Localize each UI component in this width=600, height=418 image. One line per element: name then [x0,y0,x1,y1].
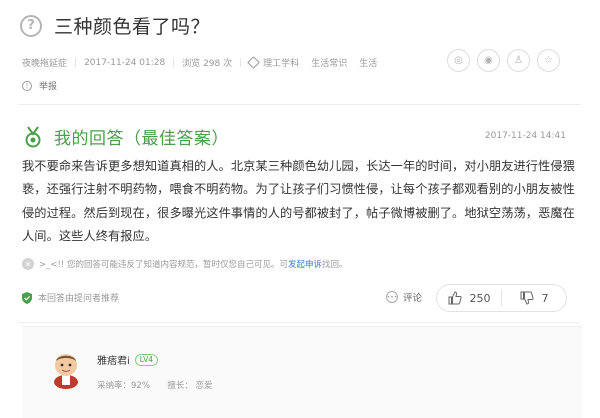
recommend-text: 本回答由提问者推荐 [38,294,120,304]
question-meta: 夜晚拖延症 | 2017-11-24 01:28 | 浏览 298 次 | 理工… [22,56,389,69]
thumbs-up-icon [448,291,462,305]
appeal-link[interactable]: 发起申诉 [288,258,322,270]
answerer-stats: 采纳率：92% 擅长： 恋爱 [97,379,213,391]
medal-icon [25,125,41,147]
answer-body: 我不要命来告诉更多想知道真相的人。北京某三种颜色幼儿园，长达一年的时间，对小朋友… [22,159,575,244]
answerer-panel: 雅痞君i LV4 采纳率：92% 擅长： 恋爱 [22,326,582,418]
meta-divider: | [74,57,78,68]
tag-item[interactable]: 生活常识 [311,56,347,69]
section-divider [18,104,580,105]
report-link[interactable]: ! 举报 [22,79,57,92]
upvote-button[interactable]: 250 [437,291,501,305]
answerer-name-text: 雅痞君i [97,356,130,367]
comment-icon: ••• [386,291,398,303]
notice-text: >_<!! 您的回答可能违反了知道内容规范，暂时仅您自己可见。可 [39,260,289,270]
tag-item[interactable]: 理工学科 [263,56,299,69]
downvote-count: 7 [541,291,549,305]
answer-time: 2017-11-24 14:41 [484,131,566,141]
share-bar: ◎ ◉ ♙ ☆ [440,49,560,72]
question-header: ? 三种颜色看了吗？ [20,12,210,39]
vote-box: 250 7 [436,284,567,312]
thumbs-down-icon [520,291,534,305]
question-mark-icon: ? [20,14,42,37]
upvote-count: 250 [469,291,491,305]
wechat-icon[interactable]: ◎ [447,49,470,72]
avatar[interactable] [48,351,84,389]
expertise: 擅长： 恋爱 [167,381,213,391]
violation-notice: ✕ >_<!! 您的回答可能违反了知道内容规范，暂时仅您自己可见。可 发起申诉 … [22,258,348,270]
question-time: 2017-11-24 01:28 [84,57,166,68]
meta-divider: | [239,57,243,68]
section-divider [18,322,580,323]
report-label: 举报 [39,82,58,92]
recommend-info: 本回答由提问者推荐 [22,291,119,304]
comment-label: 评论 [403,293,423,304]
best-answer-header: 我的回答（最佳答案） [24,124,229,149]
question-views: 浏览 298 次 [182,59,233,69]
notice-suffix: 找回。 [322,260,348,270]
weibo-icon[interactable]: ◉ [477,49,500,72]
best-answer-title: 我的回答（最佳答案） [54,129,229,149]
info-icon: ! [22,80,32,91]
tag-item[interactable]: 生活 [359,56,377,69]
answerer-name[interactable]: 雅痞君i LV4 [97,352,159,367]
question-author[interactable]: 夜晚拖延症 [22,56,67,69]
qq-icon[interactable]: ♙ [507,49,530,72]
tag-icon [247,56,261,69]
meta-divider: | [172,57,176,68]
adoption-rate: 采纳率：92% [97,381,150,391]
downvote-button[interactable]: 7 [502,291,566,305]
comment-button[interactable]: ••• 评论 [386,290,422,304]
level-badge: LV4 [134,353,159,366]
close-circle-icon: ✕ [22,258,34,270]
qzone-icon[interactable]: ☆ [537,49,560,72]
question-title: 三种颜色看了吗？ [54,16,211,38]
shield-check-icon [22,291,32,304]
